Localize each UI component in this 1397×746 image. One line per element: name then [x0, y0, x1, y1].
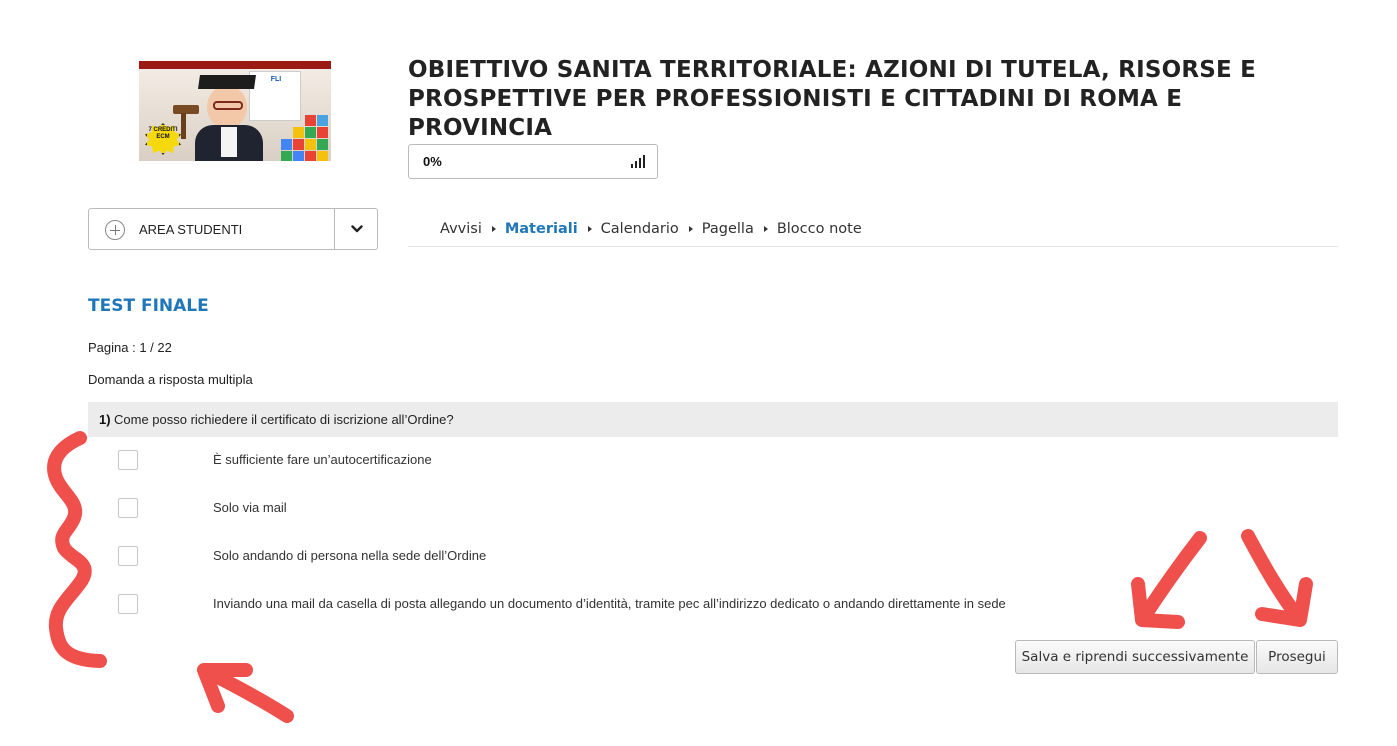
question-bar: 1) Come posso richiedere il certificato …: [88, 402, 1338, 437]
course-nav: Avvisi Materiali Calendario Pagella Blocco n…: [408, 218, 1338, 247]
plus-circle-icon: [105, 220, 125, 240]
cover-block: [305, 115, 316, 126]
question-number: 1): [99, 412, 111, 427]
cover-graduation-cap: [198, 75, 256, 89]
answer-option[interactable]: Solo andando di persona nella sede dell’…: [88, 541, 1338, 571]
answer-checkbox[interactable]: [118, 498, 138, 518]
annotation-arrow-bottom-left: [197, 663, 294, 723]
answer-checkbox[interactable]: [118, 594, 138, 614]
answer-option[interactable]: È sufficiente fare un’autocertificazione: [88, 445, 1338, 475]
area-studenti-dropdown[interactable]: AREA STUDENTI: [88, 208, 378, 250]
answer-text: È sufficiente fare un’autocertificazione: [213, 452, 432, 467]
signal-bars-icon: [631, 155, 645, 168]
cover-block: [281, 139, 292, 150]
answer-checkbox[interactable]: [118, 546, 138, 566]
cover-gavel-handle: [181, 113, 186, 139]
course-title: OBIETTIVO SANITA TERRITORIALE: AZIONI DI…: [408, 57, 1257, 141]
course-progress-label: 0%: [423, 154, 442, 169]
cover-toy-blocks: [275, 115, 331, 161]
chevron-down-icon[interactable]: [351, 223, 363, 235]
cover-credits-badge-text: 7 CREDITI ECM: [148, 127, 178, 140]
nav-tab-blocco-note[interactable]: Blocco note: [754, 221, 862, 237]
nav-tab-label: Pagella: [701, 221, 754, 237]
answer-text: Inviando una mail da casella di posta al…: [213, 596, 1006, 611]
course-nav-list: Avvisi Materiali Calendario Pagella Blocco n…: [440, 221, 862, 237]
continue-button[interactable]: Prosegui: [1256, 640, 1338, 674]
course-progress-bar: 0%: [408, 144, 658, 179]
nav-tab-label: Avvisi: [440, 221, 482, 237]
question-type: Domanda a risposta multipla: [88, 372, 253, 387]
answer-option[interactable]: Solo via mail: [88, 493, 1338, 523]
nav-tab-calendario[interactable]: Calendario: [578, 221, 679, 237]
cover-block: [317, 139, 328, 150]
cover-jabot: [221, 127, 237, 157]
area-studenti-label: AREA STUDENTI: [139, 222, 243, 237]
cover-gavel-icon: [173, 105, 199, 114]
cover-block: [293, 139, 304, 150]
cover-block: [281, 151, 292, 161]
cover-glasses: [213, 101, 243, 110]
nav-tab-avvisi[interactable]: Avvisi: [440, 221, 482, 237]
page-indicator: Pagina : 1 / 22: [88, 340, 172, 355]
cover-block: [317, 151, 328, 161]
cover-block: [293, 127, 304, 138]
cover-block: [305, 127, 316, 138]
nav-tab-pagella[interactable]: Pagella: [679, 221, 754, 237]
save-and-resume-button[interactable]: Salva e riprendi successivamente: [1015, 640, 1255, 674]
nav-tab-materiali[interactable]: Materiali: [482, 221, 578, 237]
cover-block: [305, 139, 316, 150]
cover-top-band: [139, 61, 331, 69]
question-text: Come posso richiedere il certificato di …: [114, 412, 454, 427]
answer-text: Solo via mail: [213, 500, 287, 515]
answer-checkbox[interactable]: [118, 450, 138, 470]
nav-tab-label: Blocco note: [776, 221, 862, 237]
caret-right-icon: [491, 226, 496, 232]
answer-text: Solo andando di persona nella sede dell’…: [213, 548, 487, 563]
cover-block: [317, 115, 328, 126]
course-cover-image: FLI 7 CREDITI ECM: [139, 61, 331, 161]
test-title: TEST FINALE: [88, 296, 209, 316]
cover-block: [293, 151, 304, 161]
nav-tab-label: Calendario: [600, 221, 679, 237]
cover-block: [317, 127, 328, 138]
caret-right-icon: [763, 226, 768, 232]
cover-block: [305, 151, 316, 161]
cover-poster-text: FLI: [270, 76, 282, 83]
nav-tab-label: Materiali: [504, 221, 578, 237]
answer-option[interactable]: Inviando una mail da casella di posta al…: [88, 589, 1338, 619]
cover-poster: FLI: [249, 71, 301, 121]
dropdown-separator: [334, 209, 335, 249]
caret-right-icon: [587, 226, 592, 232]
caret-right-icon: [688, 226, 693, 232]
